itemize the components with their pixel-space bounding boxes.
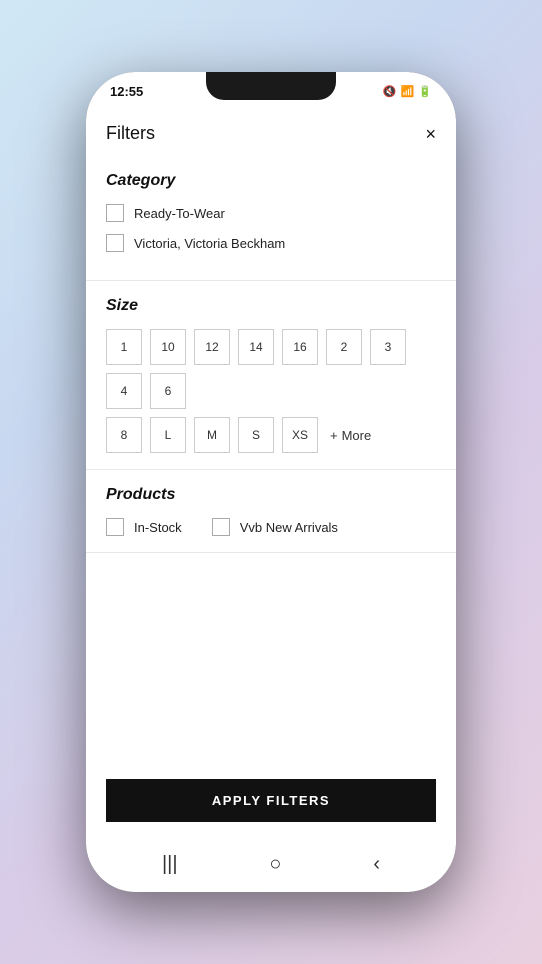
size-chip-M[interactable]: M	[194, 417, 230, 453]
size-chip-6[interactable]: 6	[150, 373, 186, 409]
product-option-1[interactable]: In-Stock	[106, 518, 182, 536]
status-time: 12:55	[110, 84, 143, 99]
size-chip-1[interactable]: 1	[106, 329, 142, 365]
apply-filters-button[interactable]: APPLY FILTERS	[106, 779, 436, 822]
battery-icon: 🔋	[418, 85, 432, 98]
bottom-nav: ||| ○ ‹	[86, 842, 456, 892]
category-option-2[interactable]: Victoria, Victoria Beckham	[106, 234, 436, 252]
size-chip-L[interactable]: L	[150, 417, 186, 453]
size-chip-2[interactable]: 2	[326, 329, 362, 365]
menu-nav-icon[interactable]: |||	[162, 853, 178, 876]
category-checkbox-2[interactable]	[106, 234, 124, 252]
product-checkbox-1[interactable]	[106, 518, 124, 536]
size-chip-8[interactable]: 8	[106, 417, 142, 453]
category-label-2: Victoria, Victoria Beckham	[134, 236, 285, 251]
modal-title: Filters	[106, 123, 155, 144]
phone-frame: 12:55 🔇 📶 🔋 Filters × Category Ready-To-…	[86, 72, 456, 892]
size-chip-3[interactable]: 3	[370, 329, 406, 365]
size-grid-row2: 8 L M S XS + More	[106, 417, 436, 453]
product-label-1: In-Stock	[134, 520, 182, 535]
size-chip-10[interactable]: 10	[150, 329, 186, 365]
products-section-title: Products	[106, 486, 436, 504]
products-section: Products In-Stock Vvb New Arrivals	[86, 470, 456, 552]
size-chip-4[interactable]: 4	[106, 373, 142, 409]
close-button[interactable]: ×	[425, 125, 436, 143]
size-grid: 1 10 12 14 16 2 3 4 6	[106, 329, 436, 409]
category-option-1[interactable]: Ready-To-Wear	[106, 204, 436, 222]
back-nav-icon[interactable]: ‹	[373, 853, 380, 876]
product-checkbox-2[interactable]	[212, 518, 230, 536]
screen: Filters × Category Ready-To-Wear Victori…	[86, 105, 456, 842]
apply-bar: APPLY FILTERS	[86, 765, 456, 842]
size-chip-14[interactable]: 14	[238, 329, 274, 365]
signal-icon: 📶	[401, 85, 415, 98]
phone-inner: 12:55 🔇 📶 🔋 Filters × Category Ready-To-…	[86, 72, 456, 892]
modal-header: Filters ×	[86, 105, 456, 156]
product-option-2[interactable]: Vvb New Arrivals	[212, 518, 338, 536]
category-label-1: Ready-To-Wear	[134, 206, 225, 221]
category-section-title: Category	[106, 172, 436, 190]
spacer	[86, 553, 456, 765]
more-label: More	[342, 428, 372, 443]
home-nav-icon[interactable]: ○	[269, 853, 281, 876]
products-checkboxes: In-Stock Vvb New Arrivals	[106, 518, 436, 536]
category-checkbox-1[interactable]	[106, 204, 124, 222]
more-prefix: +	[330, 428, 338, 443]
size-chip-S[interactable]: S	[238, 417, 274, 453]
size-chip-XS[interactable]: XS	[282, 417, 318, 453]
size-chip-16[interactable]: 16	[282, 329, 318, 365]
size-section-title: Size	[106, 297, 436, 315]
status-icons: 🔇 📶 🔋	[383, 85, 432, 98]
more-button[interactable]: + More	[326, 417, 375, 453]
category-section: Category Ready-To-Wear Victoria, Victori…	[86, 156, 456, 281]
sound-icon: 🔇	[383, 85, 397, 98]
notch	[206, 72, 336, 100]
size-section: Size 1 10 12 14 16 2 3 4 6 8 L M S	[86, 281, 456, 470]
product-label-2: Vvb New Arrivals	[240, 520, 338, 535]
size-chip-12[interactable]: 12	[194, 329, 230, 365]
